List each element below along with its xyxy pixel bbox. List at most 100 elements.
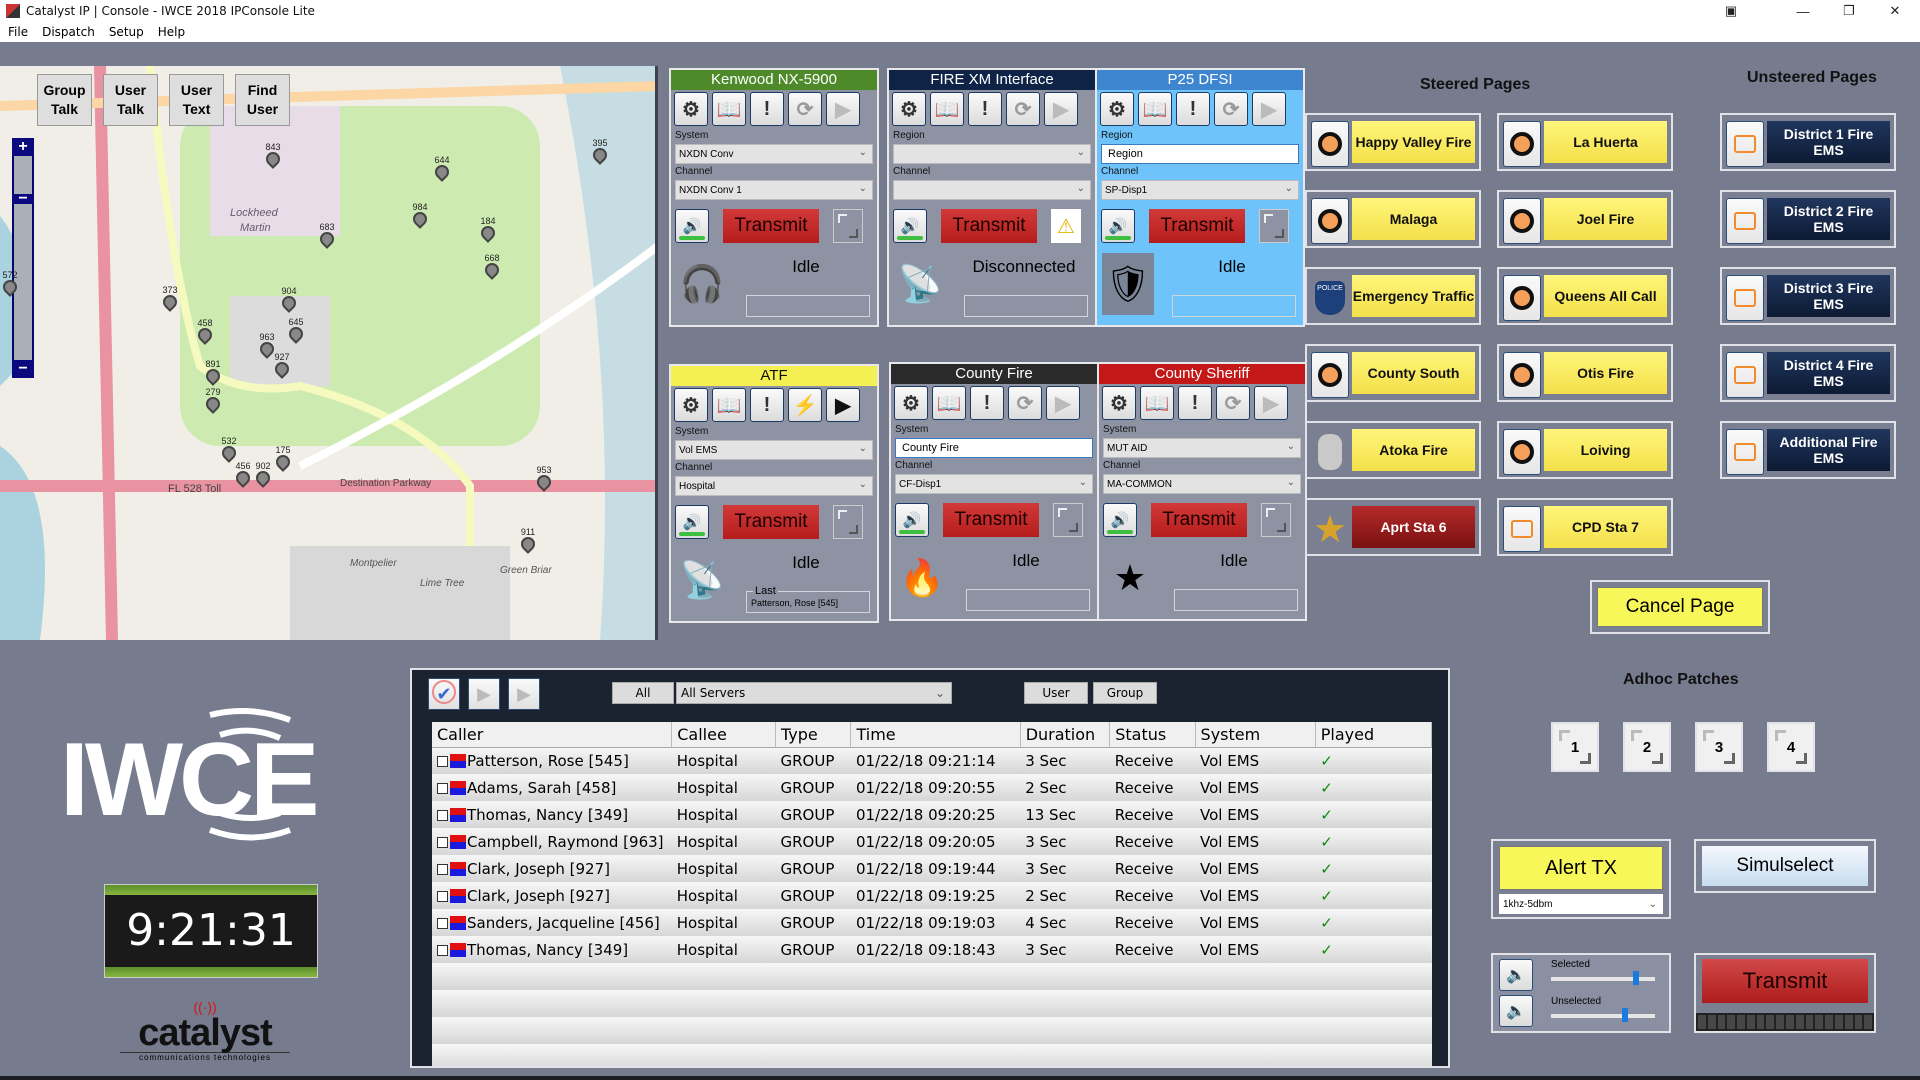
gears-icon[interactable]: ⚙ [892, 92, 926, 126]
filter-group-button[interactable]: Group [1093, 682, 1157, 704]
unselected-speaker-icon[interactable]: 🔈 [1499, 995, 1533, 1027]
steered-page-button[interactable]: Queens All Call [1497, 267, 1673, 325]
radio-panel[interactable]: FIRE XM Interface ⚙ 📖 ! ⟳ ▶ Region ⌄ Cha… [887, 68, 1097, 327]
server-select[interactable]: All Servers ⌄ [676, 682, 952, 704]
table-row[interactable]: Patterson, Rose [545] Hospital GROUP 01/22/… [432, 747, 1432, 774]
speaker-button[interactable]: 🔊 [675, 209, 709, 243]
column-header-time[interactable]: Time [850, 722, 1021, 748]
map-marker[interactable]: 891 [203, 359, 223, 386]
unselected-volume-slider[interactable] [1551, 1008, 1655, 1022]
gears-icon[interactable]: ⚙ [894, 386, 928, 420]
map-view[interactable]: Lockheed Martin FL 528 Toll Destination … [0, 66, 658, 640]
selected-speaker-icon[interactable]: 🔈 [1499, 959, 1533, 991]
speaker-button[interactable]: 🔊 [1103, 503, 1137, 537]
column-header-type[interactable]: Type [775, 722, 852, 748]
transmit-button[interactable]: Transmit [1151, 503, 1247, 537]
gears-icon[interactable]: ⚙ [1100, 92, 1134, 126]
speaker-button[interactable]: 🔊 [893, 209, 927, 243]
region-select[interactable]: Region [1101, 144, 1299, 164]
row-checkbox[interactable] [437, 917, 448, 929]
group-talk-button[interactable]: Group Talk [37, 74, 92, 126]
adhoc-patch-1[interactable]: 1 [1551, 722, 1599, 772]
speaker-button[interactable]: 🔊 [675, 505, 709, 539]
play-icon[interactable]: ▶ [1254, 386, 1288, 420]
alert-tone-select[interactable]: 1khz-5dbm ⌄ [1499, 894, 1663, 914]
adhoc-patch-3[interactable]: 3 [1695, 722, 1743, 772]
map-marker[interactable]: 645 [286, 317, 306, 344]
system-select[interactable]: MUT AID ⌄ [1103, 438, 1301, 458]
warning-icon[interactable]: ⚠ [1051, 209, 1081, 243]
steered-page-button[interactable]: County South [1305, 344, 1481, 402]
column-header-status[interactable]: Status [1109, 722, 1196, 748]
map-marker[interactable]: 175 [273, 445, 293, 472]
emergency-bolt-icon[interactable]: ⚡ [788, 388, 822, 422]
alert-exclamation-icon[interactable]: ! [1176, 92, 1210, 126]
row-checkbox[interactable] [437, 890, 448, 902]
radio-panel[interactable]: P25 DFSI ⚙ 📖 ! ⟳ ▶ Region Region Channel… [1095, 68, 1305, 327]
steered-page-button[interactable]: Atoka Fire [1305, 421, 1481, 479]
play-icon[interactable]: ▶ [826, 92, 860, 126]
map-marker[interactable]: 668 [482, 253, 502, 280]
speaker-button[interactable]: 🔊 [895, 503, 929, 537]
column-header-callee[interactable]: Callee [671, 722, 777, 748]
map-marker[interactable]: 458 [195, 318, 215, 345]
map-marker[interactable]: 532 [219, 436, 239, 463]
refresh-icon[interactable]: ⟳ [1006, 92, 1040, 126]
channel-select[interactable]: ⌄ [893, 180, 1091, 200]
row-checkbox[interactable] [437, 944, 448, 956]
transmit-button[interactable]: Transmit [943, 503, 1039, 537]
play-all-button[interactable]: ▶ [468, 678, 500, 710]
menu-setup[interactable]: Setup [109, 25, 144, 39]
map-marker[interactable]: 683 [317, 222, 337, 249]
table-row[interactable]: Campbell, Raymond [963] Hospital GROUP 01/2… [432, 828, 1432, 855]
speaker-button[interactable]: 🔊 [1101, 209, 1135, 243]
steered-page-button[interactable]: Loiving [1497, 421, 1673, 479]
play-icon[interactable]: ▶ [1044, 92, 1078, 126]
cancel-page-button[interactable]: Cancel Page [1590, 580, 1770, 634]
refresh-icon[interactable]: ⟳ [1216, 386, 1250, 420]
channel-select[interactable]: SP-Disp1 ⌄ [1101, 180, 1299, 200]
play-button[interactable]: ▶ [508, 678, 540, 710]
global-transmit-button[interactable]: Transmit [1702, 959, 1868, 1003]
channel-select[interactable]: NXDN Conv 1 ⌄ [675, 180, 873, 200]
gears-icon[interactable]: ⚙ [674, 388, 708, 422]
book-icon[interactable]: 📖 [930, 92, 964, 126]
transmit-button[interactable]: Transmit [723, 209, 819, 243]
zoom-handle[interactable]: − [12, 190, 34, 207]
minimize-button[interactable]: — [1780, 0, 1826, 22]
patch-select-button[interactable] [833, 505, 863, 539]
zoom-out-icon[interactable]: − [12, 360, 34, 378]
gears-icon[interactable]: ⚙ [1102, 386, 1136, 420]
tablet-mode-icon[interactable]: ▣ [1708, 0, 1754, 22]
table-row[interactable]: Sanders, Jacqueline [456] Hospital GROUP 01… [432, 909, 1432, 936]
slider-thumb[interactable] [1621, 1008, 1628, 1022]
play-icon[interactable]: ▶ [1252, 92, 1286, 126]
column-header-duration[interactable]: Duration [1020, 722, 1111, 748]
map-marker[interactable]: 279 [203, 387, 223, 414]
steered-page-button[interactable]: ★ Aprt Sta 6 [1305, 498, 1481, 556]
row-checkbox[interactable] [437, 782, 448, 794]
system-select[interactable]: Vol EMS ⌄ [675, 440, 873, 460]
book-icon[interactable]: 📖 [1140, 386, 1174, 420]
patch-select-button[interactable] [1053, 503, 1083, 537]
book-icon[interactable]: 📖 [1138, 92, 1172, 126]
unsteered-page-button[interactable]: District 4 Fire EMS [1720, 344, 1896, 402]
steered-page-button[interactable]: Otis Fire [1497, 344, 1673, 402]
map-marker[interactable]: 902 [253, 461, 273, 488]
steered-page-button[interactable]: Malaga [1305, 190, 1481, 248]
book-icon[interactable]: 📖 [712, 92, 746, 126]
system-select[interactable]: NXDN Conv ⌄ [675, 144, 873, 164]
close-button[interactable]: ✕ [1872, 0, 1918, 22]
steered-page-button[interactable]: La Huerta [1497, 113, 1673, 171]
table-row[interactable]: Thomas, Nancy [349] Hospital GROUP 01/22/18… [432, 801, 1432, 828]
alert-exclamation-icon[interactable]: ! [750, 388, 784, 422]
filter-all-button[interactable]: All [612, 682, 674, 704]
zoom-in-icon[interactable]: + [12, 138, 34, 156]
table-row[interactable]: Thomas, Nancy [349] Hospital GROUP 01/22/18… [432, 936, 1432, 963]
play-icon[interactable]: ▶ [826, 388, 860, 422]
unsteered-page-button[interactable]: District 3 Fire EMS [1720, 267, 1896, 325]
radio-panel[interactable]: ATF ⚙ 📖 ! ⚡ ▶ System Vol EMS ⌄ Channel Ho… [669, 364, 879, 623]
table-row[interactable]: Clark, Joseph [927] Hospital GROUP 01/22/18… [432, 855, 1432, 882]
row-checkbox[interactable] [437, 755, 448, 767]
slider-thumb[interactable] [1633, 971, 1640, 985]
